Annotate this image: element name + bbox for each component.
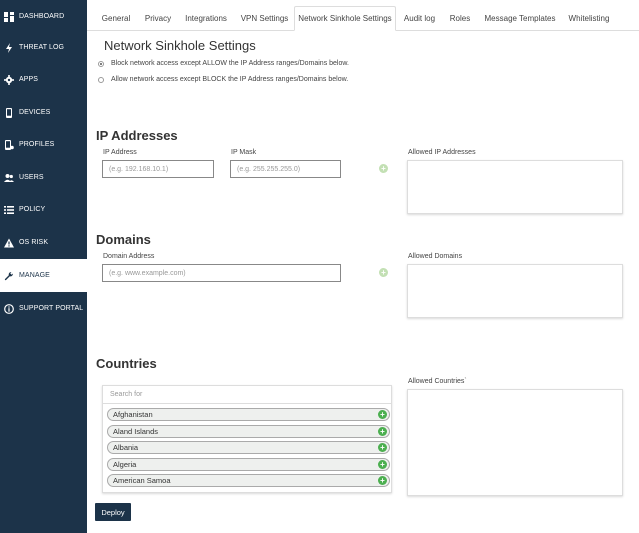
ip-address-input[interactable]: (e.g. 192.168.10.1) <box>102 160 214 178</box>
tab-roles[interactable]: Roles <box>448 6 472 31</box>
lightning-icon <box>4 42 14 53</box>
section-title-domains: Domains <box>96 232 151 247</box>
settings-tabs: General Privacy Integrations VPN Setting… <box>87 0 639 31</box>
allowed-countries-list[interactable] <box>407 389 623 496</box>
radio-button-checked[interactable] <box>98 60 104 67</box>
warning-icon <box>4 238 14 248</box>
add-icon[interactable]: + <box>378 476 387 485</box>
radio-option-block[interactable]: Allow network access except BLOCK the IP… <box>98 76 348 83</box>
country-item[interactable]: American Samoa + <box>107 474 390 487</box>
sidebar: DASHBOARD THREAT LOG APPS DEVICES PROFIL… <box>0 0 87 533</box>
tab-general[interactable]: General <box>97 6 135 31</box>
add-icon[interactable]: + <box>378 443 387 452</box>
list-icon <box>4 205 14 215</box>
country-item[interactable]: Albania + <box>107 441 390 454</box>
add-icon[interactable]: + <box>378 460 387 469</box>
deploy-button[interactable]: Deploy <box>95 503 131 521</box>
allowed-ip-label: Allowed IP Addresses <box>408 149 476 156</box>
ip-mask-input[interactable]: (e.g. 255.255.255.0) <box>230 160 341 178</box>
sidebar-item-label: APPS <box>19 76 39 83</box>
country-item[interactable]: Algeria + <box>107 458 390 471</box>
sidebar-item-label: DEVICES <box>19 109 51 116</box>
info-icon <box>4 303 14 314</box>
add-icon[interactable]: + <box>378 427 387 436</box>
sidebar-item-label: DASHBOARD <box>19 13 65 20</box>
domain-address-label: Domain Address <box>103 253 155 260</box>
sidebar-item-apps[interactable]: APPS <box>0 63 87 96</box>
sidebar-item-policy[interactable]: POLICY <box>0 193 87 226</box>
tab-whitelisting[interactable]: Whitelisting <box>567 6 611 31</box>
gear-icon <box>4 74 14 85</box>
sidebar-item-manage[interactable]: MANAGE <box>0 259 87 292</box>
sidebar-item-label: MANAGE <box>19 272 50 279</box>
sidebar-item-label: USERS <box>19 174 44 181</box>
tab-vpn-settings[interactable]: VPN Settings <box>238 6 291 31</box>
tab-audit-log[interactable]: Audit log <box>402 6 437 31</box>
add-icon[interactable]: + <box>378 410 387 419</box>
allowed-ip-list[interactable] <box>407 160 623 214</box>
country-item[interactable]: Aland Islands + <box>107 425 390 438</box>
country-item[interactable]: Afghanistan + <box>107 408 390 421</box>
radio-label: Block network access except ALLOW the IP… <box>111 60 349 67</box>
sidebar-item-users[interactable]: USERS <box>0 161 87 194</box>
tab-privacy[interactable]: Privacy <box>141 6 175 31</box>
country-search-input[interactable]: Search for <box>103 386 391 404</box>
section-title-countries: Countries <box>96 356 157 371</box>
dashboard-icon <box>4 11 14 22</box>
sidebar-item-label: OS RISK <box>19 239 49 246</box>
sidebar-item-devices[interactable]: DEVICES <box>0 96 87 129</box>
tab-network-sinkhole-settings[interactable]: Network Sinkhole Settings <box>294 6 396 31</box>
sidebar-item-label: SUPPORT PORTAL <box>19 305 84 312</box>
section-title-ip-addresses: IP Addresses <box>96 128 178 143</box>
radio-button[interactable] <box>98 76 104 83</box>
ip-address-label: IP Address <box>103 149 137 156</box>
sidebar-item-support-portal[interactable]: SUPPORT PORTAL <box>0 292 87 325</box>
sidebar-item-threat-log[interactable]: THREAT LOG <box>0 31 87 64</box>
radio-label: Allow network access except BLOCK the IP… <box>111 76 349 83</box>
allowed-domains-list[interactable] <box>407 264 623 318</box>
ip-mask-label: IP Mask <box>231 149 257 156</box>
add-ip-button[interactable]: + <box>379 164 388 173</box>
users-icon <box>4 173 14 183</box>
wrench-icon <box>4 271 14 281</box>
country-picker: Search for Afghanistan + Aland Islands +… <box>102 385 392 493</box>
domain-address-input[interactable]: (e.g. www.example.com) <box>102 264 341 282</box>
sidebar-item-label: THREAT LOG <box>19 44 65 51</box>
add-domain-button[interactable]: + <box>379 268 388 277</box>
allowed-domains-label: Allowed Domains <box>408 253 463 260</box>
sidebar-item-profiles[interactable]: PROFILES <box>0 128 87 161</box>
radio-option-allow[interactable]: Block network access except ALLOW the IP… <box>98 60 349 67</box>
phone-icon <box>4 107 14 118</box>
sidebar-item-label: POLICY <box>19 206 46 213</box>
page-title: Network Sinkhole Settings <box>104 38 256 53</box>
tab-integrations[interactable]: Integrations <box>183 6 229 31</box>
sidebar-item-label: PROFILES <box>19 141 55 148</box>
profile-phone-icon <box>4 139 14 150</box>
sidebar-item-os-risk[interactable]: OS RISK <box>0 226 87 259</box>
tab-message-templates[interactable]: Message Templates <box>484 6 556 31</box>
sidebar-item-dashboard[interactable]: DASHBOARD <box>0 0 87 33</box>
allowed-countries-label: Allowed Countries` <box>408 378 467 385</box>
